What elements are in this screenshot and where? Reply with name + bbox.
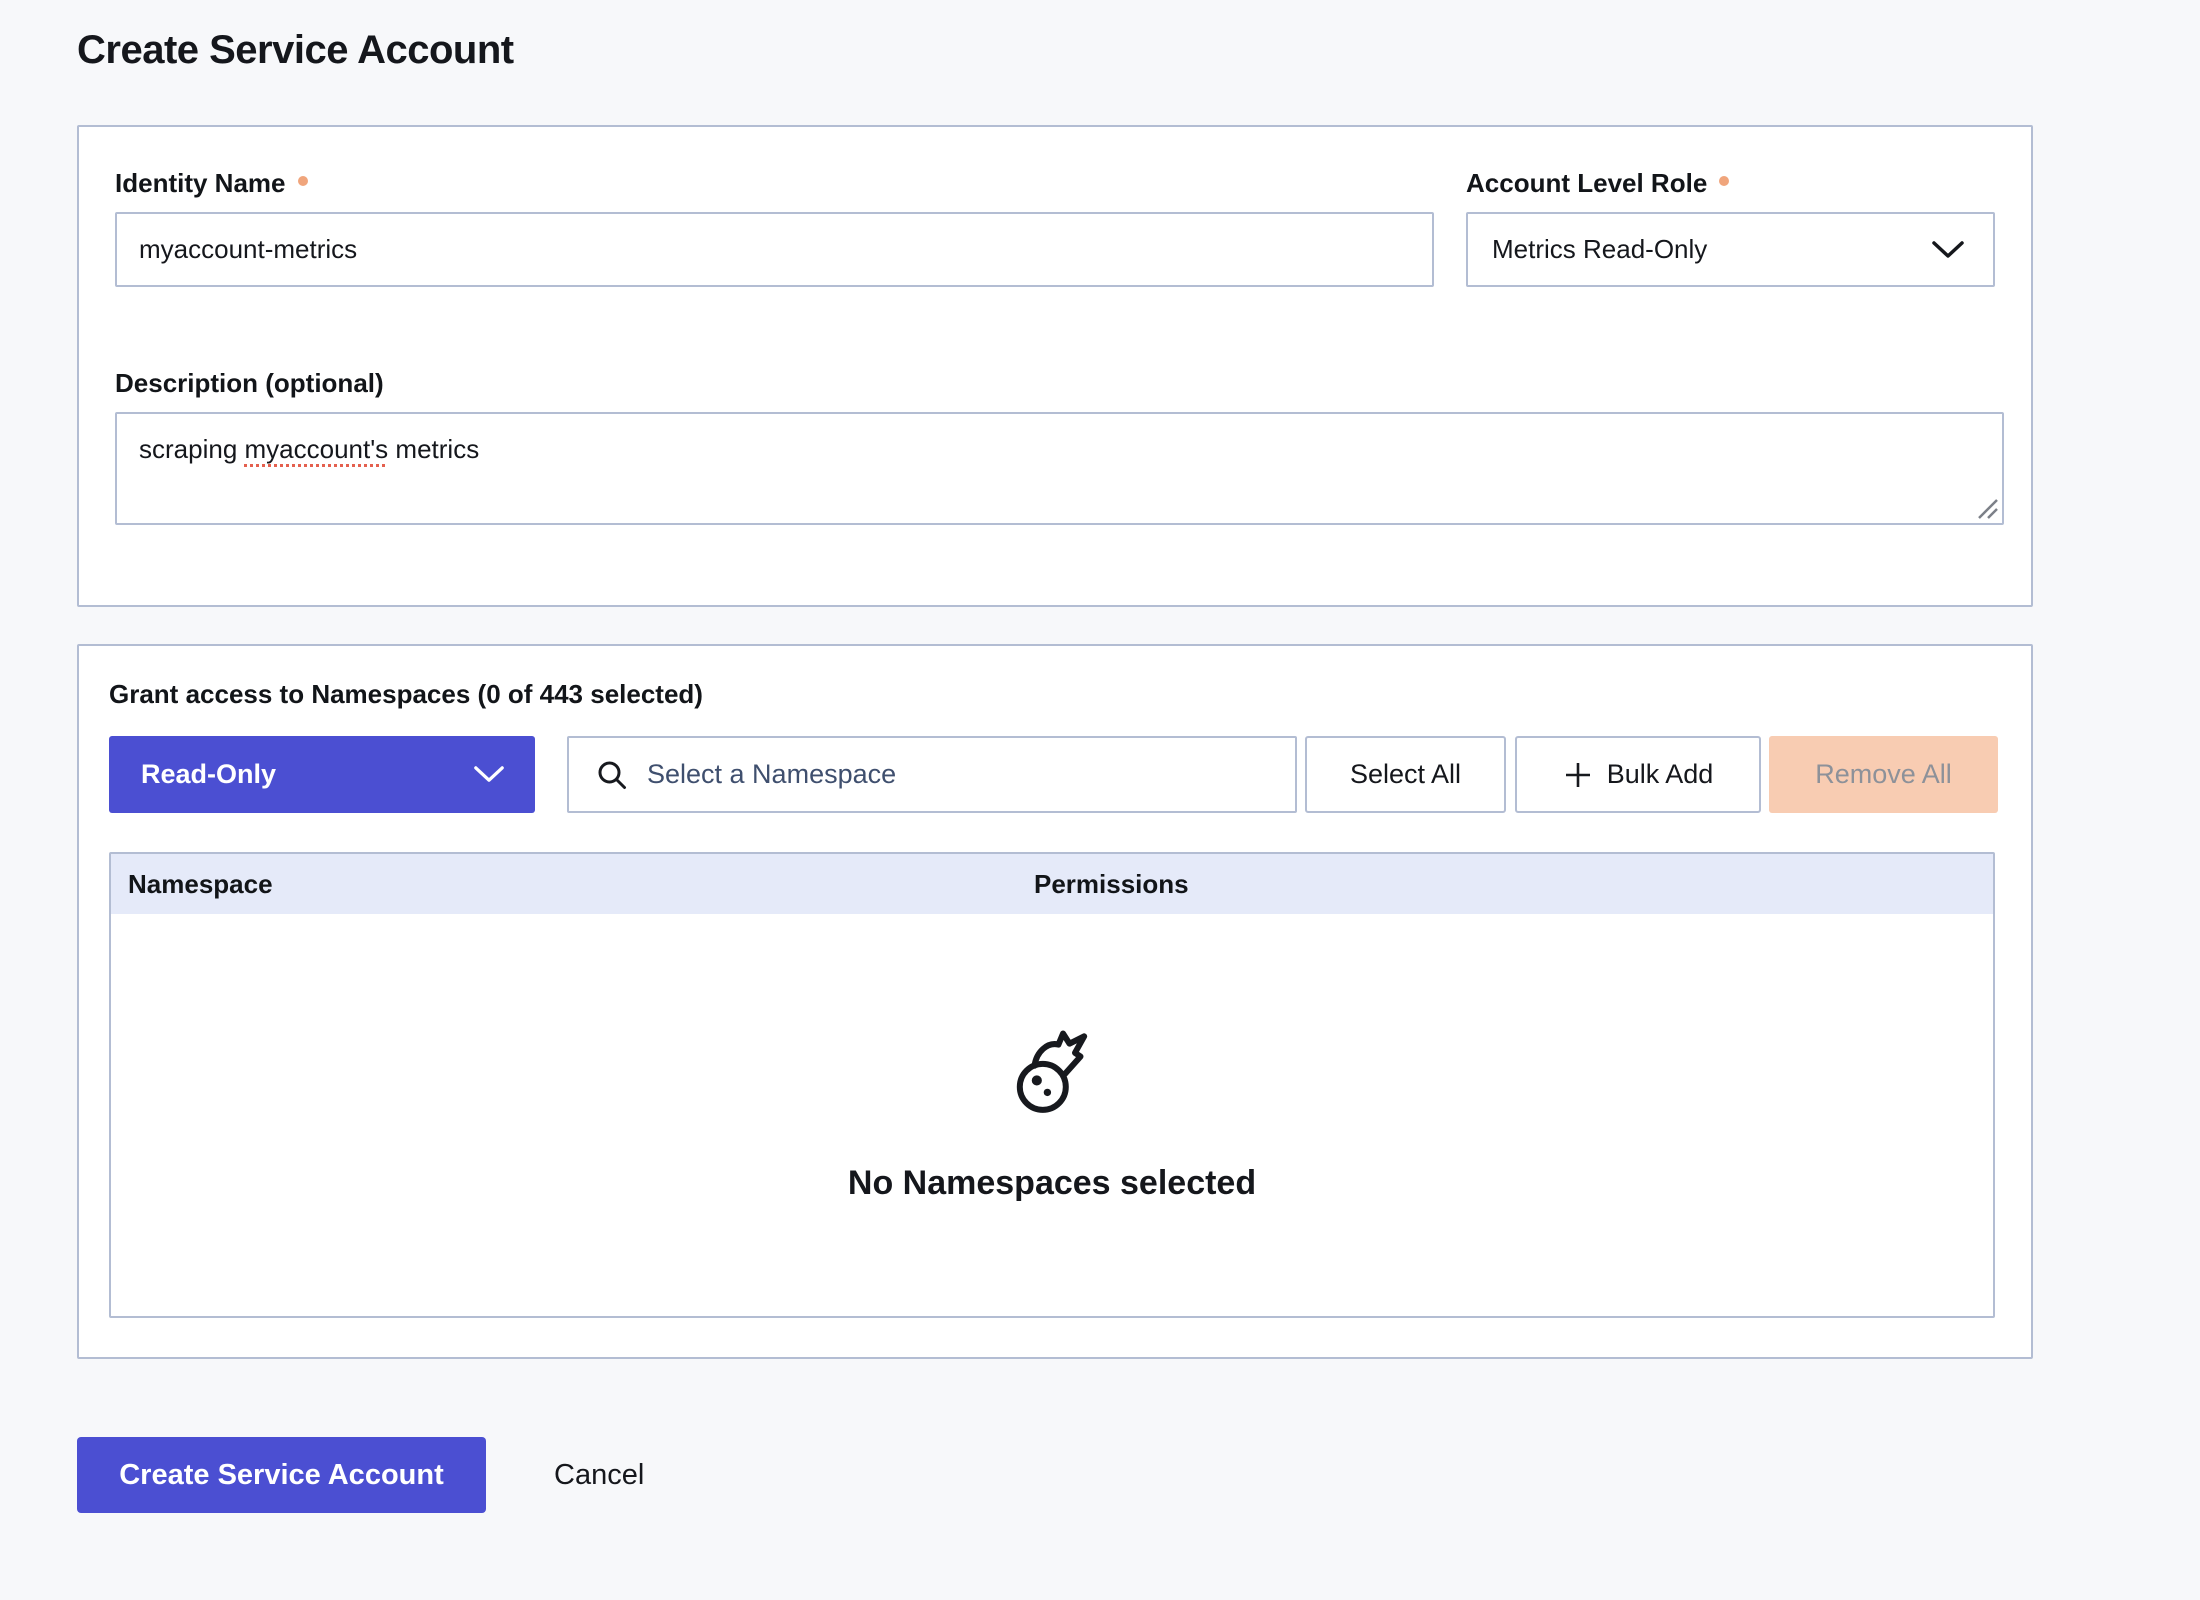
misspelled-word: myaccount's [245,434,389,464]
namespace-search-input[interactable] [647,759,1277,790]
namespaces-card: Grant access to Namespaces (0 of 443 sel… [77,644,2033,1359]
namespace-table: Namespace Permissions No Namespaces sele… [109,852,1995,1318]
namespaces-heading: Grant access to Namespaces (0 of 443 sel… [109,679,2001,710]
chevron-down-icon [473,765,505,784]
search-icon [595,758,629,792]
namespace-search[interactable] [567,736,1297,813]
remove-all-button[interactable]: Remove All [1769,736,1998,813]
bulk-add-button[interactable]: Bulk Add [1515,736,1761,813]
permission-level-dropdown[interactable]: Read-Only [109,736,535,813]
column-header-permissions: Permissions [1034,869,1993,900]
namespace-table-header: Namespace Permissions [111,854,1993,914]
account-level-role-label: Account Level Role [1466,168,1995,198]
page-title: Create Service Account [77,28,514,73]
required-dot [1719,176,1729,186]
identity-name-input[interactable] [115,212,1434,287]
identity-name-label: Identity Name [115,168,1434,198]
description-label: Description (optional) [115,368,1995,398]
footer-actions: Create Service Account Cancel [77,1437,644,1513]
namespaces-toolbar: Read-Only Select All Bulk Add Remove All [109,736,2001,813]
namespace-table-body: No Namespaces selected [111,914,1993,1316]
column-header-namespace: Namespace [111,869,1034,900]
select-all-button[interactable]: Select All [1305,736,1506,813]
empty-state-message: No Namespaces selected [848,1164,1256,1203]
resize-handle-icon[interactable] [1973,494,1999,520]
create-service-account-button[interactable]: Create Service Account [77,1437,486,1513]
plus-icon [1563,760,1593,790]
description-textarea[interactable]: scraping myaccount's metrics [115,412,2004,525]
account-level-role-select[interactable]: Metrics Read-Only [1466,212,1995,287]
comet-icon [1006,1028,1098,1120]
chevron-down-icon [1931,240,1965,260]
required-dot [298,176,308,186]
cancel-button[interactable]: Cancel [554,1459,644,1492]
identity-card: Identity Name Account Level Role Metrics… [77,125,2033,607]
